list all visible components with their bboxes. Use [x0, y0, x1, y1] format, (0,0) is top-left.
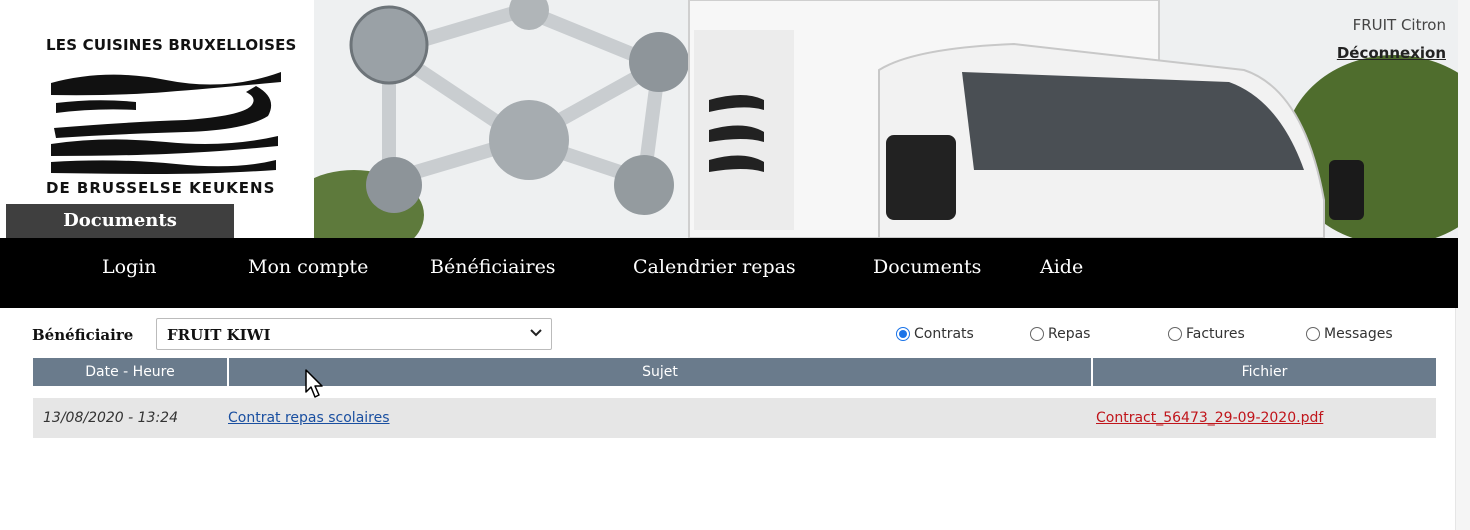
nav-item-calendrier-repas[interactable]: Calendrier repas [633, 256, 796, 278]
radio-messages[interactable]: Messages [1306, 326, 1393, 342]
nav-item-aide[interactable]: Aide [1040, 256, 1083, 278]
user-name: FRUIT Citron [1352, 16, 1446, 34]
row-subject-link[interactable]: Contrat repas scolaires [228, 410, 390, 426]
nav-item-documents[interactable]: Documents [873, 256, 981, 278]
radio-repas-label: Repas [1048, 326, 1091, 342]
header-banner-image [314, 0, 1458, 238]
radio-contrats-label: Contrats [914, 326, 974, 342]
radio-factures[interactable]: Factures [1168, 326, 1245, 342]
chevron-down-icon [530, 329, 542, 337]
user-panel: FRUIT Citron Déconnexion [1337, 16, 1446, 62]
logout-link[interactable]: Déconnexion [1337, 44, 1446, 62]
beneficiary-select-value: FRUIT KIWI [167, 326, 271, 344]
table-row: 13/08/2020 - 13:24 Contrat repas scolair… [33, 398, 1436, 438]
table-header: Date - Heure Sujet Fichier [33, 358, 1436, 386]
column-header-date[interactable]: Date - Heure [33, 358, 229, 386]
brand-logo: LES CUISINES BRUXELLOISES DE BRUSSELSE K… [6, 0, 314, 238]
brand-mark-icon [51, 72, 281, 174]
page-header: LES CUISINES BRUXELLOISES DE BRUSSELSE K… [0, 0, 1458, 238]
nav-item-beneficiaires[interactable]: Bénéficiaires [430, 256, 556, 278]
mouse-cursor-icon [305, 369, 323, 398]
row-file-link[interactable]: Contract_56473_29-09-2020.pdf [1096, 410, 1323, 426]
beneficiary-select[interactable]: FRUIT KIWI [156, 318, 552, 350]
radio-messages-indicator[interactable] [1306, 327, 1320, 341]
row-date: 13/08/2020 - 13:24 [43, 410, 178, 426]
column-header-fichier[interactable]: Fichier [1093, 358, 1436, 386]
documents-table: Date - Heure Sujet Fichier 13/08/2020 - … [33, 358, 1436, 438]
nav-item-mon-compte[interactable]: Mon compte [248, 256, 368, 278]
logo-text-bottom: DE BRUSSELSE KEUKENS [46, 179, 276, 197]
nav-item-login[interactable]: Login [102, 256, 157, 278]
current-section-label: Documents [6, 204, 234, 238]
radio-contrats[interactable]: Contrats [896, 326, 974, 342]
beneficiary-label: Bénéficiaire [32, 326, 134, 344]
radio-factures-label: Factures [1186, 326, 1245, 342]
radio-repas[interactable]: Repas [1030, 326, 1090, 342]
logo-text-top: LES CUISINES BRUXELLOISES [46, 36, 297, 54]
radio-messages-label: Messages [1324, 326, 1393, 342]
radio-contrats-indicator[interactable] [896, 327, 910, 341]
column-header-sujet[interactable]: Sujet [229, 358, 1093, 386]
radio-factures-indicator[interactable] [1168, 327, 1182, 341]
radio-repas-indicator[interactable] [1030, 327, 1044, 341]
main-nav: Login Mon compte Bénéficiaires Calendrie… [0, 238, 1458, 308]
filter-bar: Bénéficiaire FRUIT KIWI Contrats Repas F… [0, 316, 1458, 354]
